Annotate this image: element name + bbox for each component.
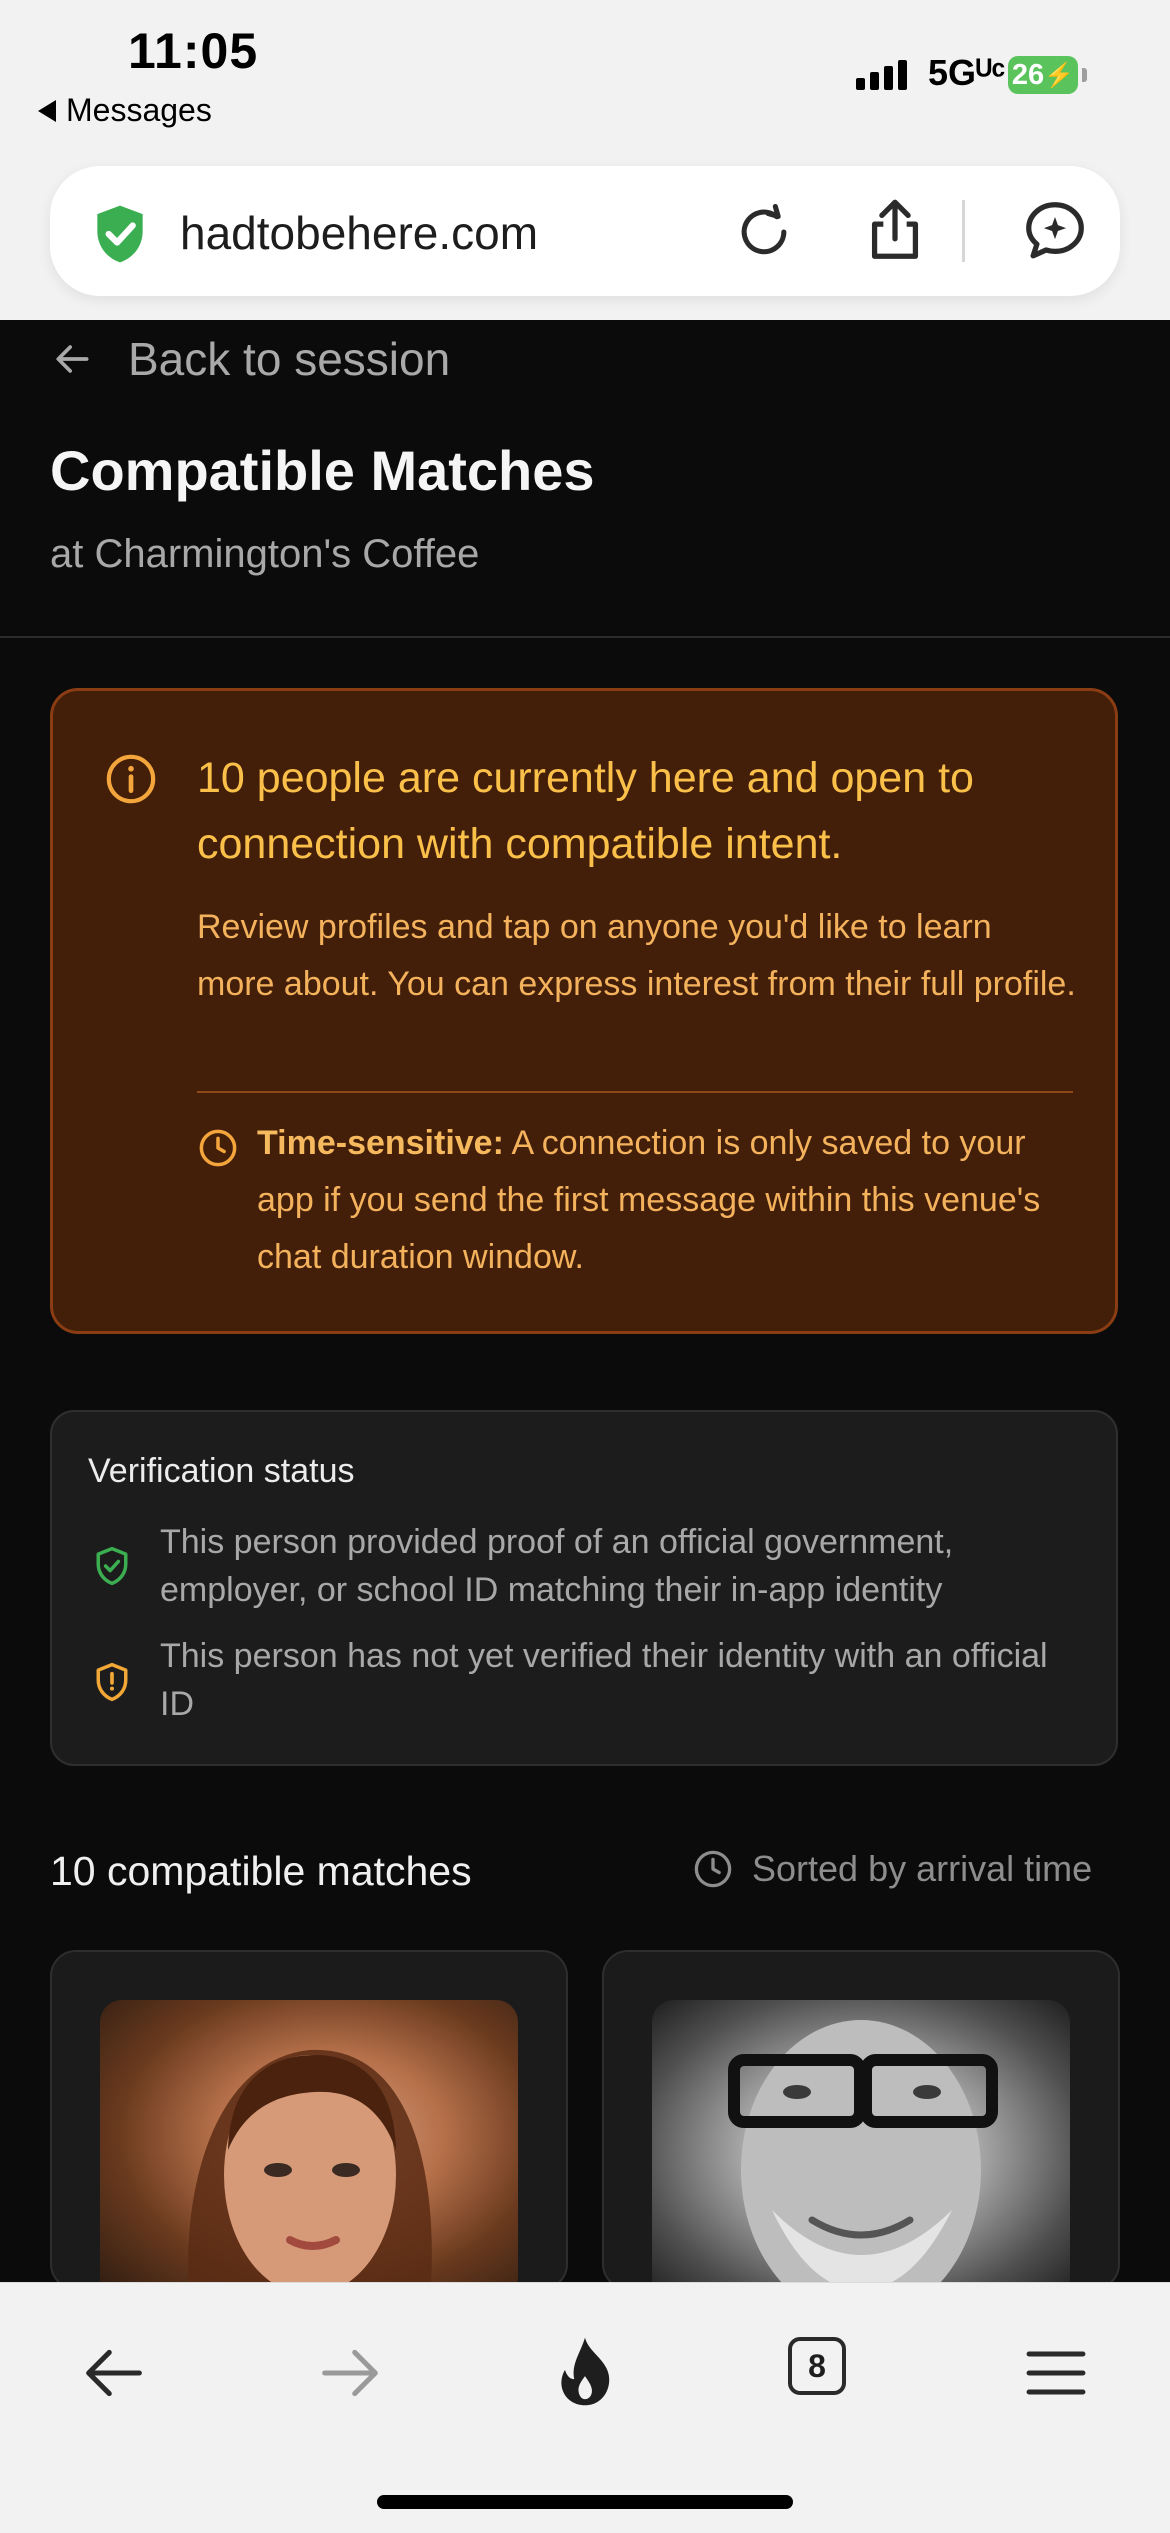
venue-subtitle: at Charmington's Coffee: [50, 532, 480, 576]
unverified-shield-icon: [96, 1662, 128, 1702]
battery-cap: [1082, 68, 1087, 82]
forward-arrow-icon[interactable]: [312, 2335, 388, 2411]
browser-bottom-toolbar: 8: [0, 2282, 1170, 2533]
back-to-session-link[interactable]: Back to session: [50, 332, 450, 386]
ai-assistant-icon[interactable]: [1020, 196, 1090, 266]
verified-shield-icon: [96, 1546, 128, 1586]
unverified-description: This person has not yet verified their i…: [160, 1637, 1048, 1723]
time-sensitive-note: Time-sensitive: A connection is only sav…: [257, 1115, 1077, 1286]
profile-photo[interactable]: [652, 2000, 1070, 2288]
profile-photo[interactable]: [100, 2000, 518, 2288]
back-triangle-icon: [38, 99, 56, 122]
page-title: Compatible Matches: [50, 439, 595, 502]
sort-indicator[interactable]: Sorted by arrival time: [692, 1848, 1092, 1890]
info-icon: [106, 754, 156, 804]
home-indicator[interactable]: [377, 2495, 793, 2509]
tabs-button[interactable]: 8: [788, 2337, 846, 2395]
presence-notice-card: 10 people are currently here and open to…: [50, 688, 1118, 1334]
verification-status-card: Verification status This person provided…: [50, 1410, 1118, 1766]
battery-icon: 26 ⚡: [1008, 56, 1078, 94]
time-sensitive-label: Time-sensitive:: [257, 1124, 504, 1162]
verified-description: This person provided proof of an officia…: [160, 1523, 954, 1609]
menu-icon[interactable]: [1018, 2335, 1094, 2411]
header-divider: [0, 636, 1170, 638]
back-to-app-link[interactable]: Messages: [38, 92, 212, 129]
clock-icon: [694, 1850, 732, 1888]
reload-icon[interactable]: [730, 198, 798, 266]
match-card[interactable]: [602, 1950, 1120, 2290]
tabs-count: 8: [808, 2347, 826, 2384]
battery-level: 26: [1011, 58, 1045, 91]
notice-body: Review profiles and tap on anyone you'd …: [197, 908, 1076, 1003]
browser-top-chrome: 11:05 Messages 5Gᵁᶜ 26 ⚡ hadtobehere.com: [0, 0, 1170, 320]
url-text[interactable]: hadtobehere.com: [180, 206, 538, 260]
back-app-label: Messages: [66, 92, 212, 128]
network-type: 5Gᵁᶜ: [928, 52, 1006, 93]
share-icon[interactable]: [860, 194, 930, 266]
address-bar[interactable]: hadtobehere.com: [50, 166, 1120, 296]
status-time: 11:05: [128, 23, 259, 79]
notice-divider: [197, 1091, 1073, 1093]
sort-label: Sorted by arrival time: [752, 1848, 1093, 1889]
cellular-signal-icon: [856, 60, 907, 90]
flame-icon[interactable]: [548, 2333, 622, 2413]
url-bar-divider: [962, 200, 965, 262]
back-to-session-label: Back to session: [128, 333, 451, 385]
man-portrait-illustration: [728, 2020, 998, 2288]
verification-title: Verification status: [88, 1452, 355, 1490]
clock-icon: [199, 1129, 237, 1167]
matches-count: 10 compatible matches: [50, 1848, 472, 1894]
arrow-left-icon: [56, 345, 89, 373]
shield-check-icon: [97, 205, 143, 263]
woman-portrait-illustration: [188, 2049, 432, 2288]
notice-headline: 10 people are currently here and open to…: [197, 754, 974, 868]
match-card[interactable]: [50, 1950, 568, 2290]
back-arrow-icon[interactable]: [76, 2335, 152, 2411]
